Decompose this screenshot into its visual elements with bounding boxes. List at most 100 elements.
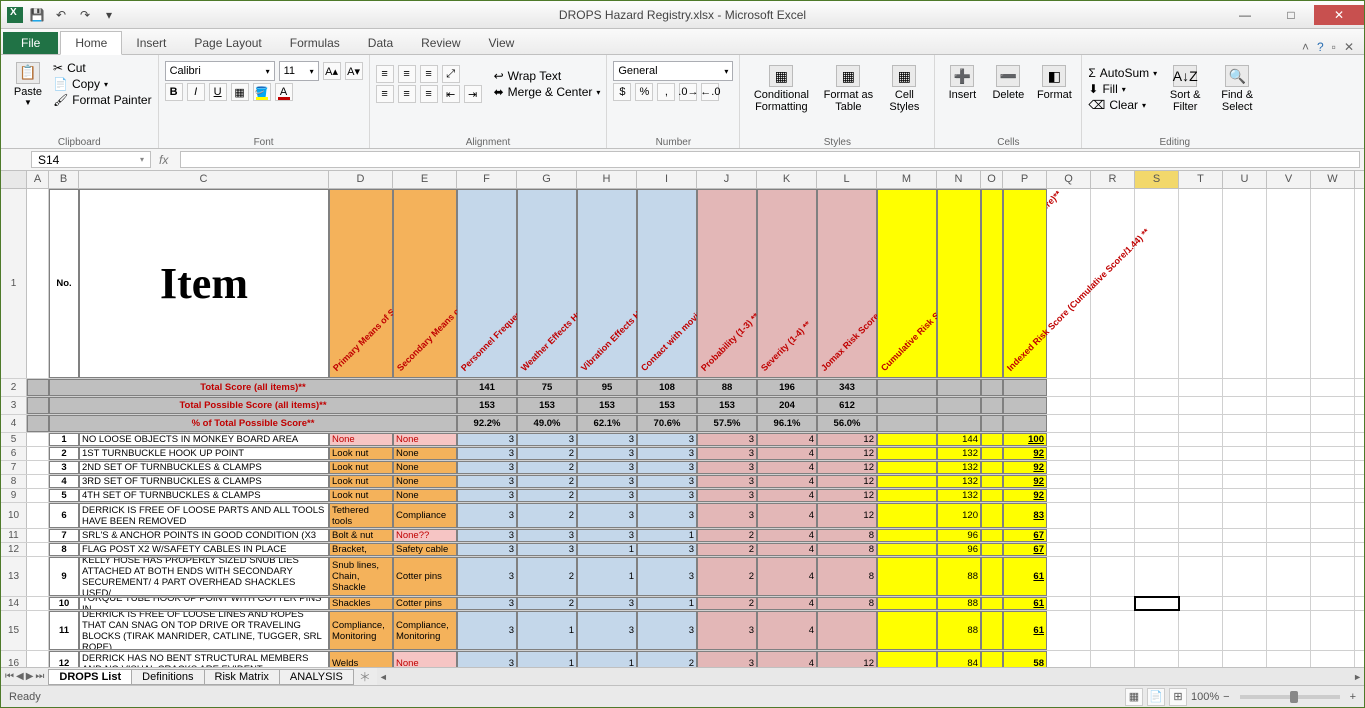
row-header[interactable]: 10: [1, 503, 27, 528]
cell[interactable]: [27, 489, 49, 502]
cell[interactable]: [1311, 543, 1355, 556]
cell[interactable]: [1311, 611, 1355, 650]
cell[interactable]: Welds: [329, 651, 393, 667]
cell[interactable]: 2: [517, 557, 577, 596]
cell[interactable]: [1267, 651, 1311, 667]
cell[interactable]: [1223, 611, 1267, 650]
border-button[interactable]: ▦: [231, 83, 249, 101]
cell[interactable]: 4TH SET OF TURNBUCKLES & CLAMPS: [79, 489, 329, 502]
diag-header-K[interactable]: Severity (1-4) **: [757, 189, 817, 378]
cell[interactable]: [1179, 489, 1223, 502]
cell[interactable]: 3: [577, 447, 637, 460]
cell[interactable]: [1179, 447, 1223, 460]
cell[interactable]: 2: [517, 461, 577, 474]
cell[interactable]: [1267, 379, 1311, 396]
cell[interactable]: [981, 433, 1003, 446]
format-cells-button[interactable]: ◧Format: [1033, 61, 1075, 101]
cell[interactable]: 96: [937, 529, 981, 542]
cell[interactable]: [877, 489, 937, 502]
cell[interactable]: [27, 415, 49, 432]
cell[interactable]: 153: [697, 397, 757, 414]
cell[interactable]: 92: [1003, 489, 1047, 502]
cell[interactable]: [1267, 397, 1311, 414]
fx-icon[interactable]: fx: [151, 149, 176, 170]
cell[interactable]: [937, 415, 981, 432]
formula-input[interactable]: [180, 151, 1360, 168]
restore-workbook-icon[interactable]: ▫: [1332, 40, 1336, 54]
cell[interactable]: [1047, 597, 1091, 610]
diag-header-D[interactable]: Primary Means of Securement**: [329, 189, 393, 378]
cell[interactable]: 7: [49, 529, 79, 542]
cell[interactable]: [1179, 543, 1223, 556]
cell[interactable]: Cotter pins: [393, 557, 457, 596]
cell[interactable]: [1047, 557, 1091, 596]
cell[interactable]: 49.0%: [517, 415, 577, 432]
cell[interactable]: 108: [637, 379, 697, 396]
select-all-corner[interactable]: [1, 171, 27, 188]
file-tab[interactable]: File: [3, 32, 58, 54]
cell[interactable]: [1223, 433, 1267, 446]
cell[interactable]: 2: [517, 489, 577, 502]
cell[interactable]: [981, 461, 1003, 474]
cell[interactable]: DERRICK IS FREE OF LOOSE LINES AND ROPES…: [79, 611, 329, 650]
cell[interactable]: 4: [757, 543, 817, 556]
cell[interactable]: [1311, 379, 1355, 396]
row-header[interactable]: 6: [1, 447, 27, 460]
cell[interactable]: [1223, 189, 1267, 378]
sheet-tab[interactable]: DROPS List: [48, 669, 132, 685]
cell[interactable]: [877, 461, 937, 474]
cell[interactable]: [1267, 475, 1311, 488]
cell[interactable]: 92: [1003, 447, 1047, 460]
cell[interactable]: [1047, 433, 1091, 446]
font-name-select[interactable]: Calibri▾: [165, 61, 275, 81]
align-left-icon[interactable]: ≡: [376, 85, 394, 103]
cell[interactable]: 12: [817, 651, 877, 667]
cell[interactable]: [877, 557, 937, 596]
row-header[interactable]: 8: [1, 475, 27, 488]
prev-sheet-icon[interactable]: ◀: [16, 671, 24, 682]
cell[interactable]: 8: [49, 543, 79, 556]
cell[interactable]: 8: [817, 597, 877, 610]
italic-button[interactable]: I: [187, 83, 205, 101]
cell[interactable]: 4: [757, 597, 817, 610]
cell[interactable]: [1311, 503, 1355, 528]
row-header[interactable]: 5: [1, 433, 27, 446]
cell[interactable]: 1: [577, 543, 637, 556]
cell[interactable]: [1311, 557, 1355, 596]
tab-review[interactable]: Review: [407, 32, 474, 54]
cell[interactable]: 3: [457, 557, 517, 596]
cell[interactable]: [1179, 597, 1223, 610]
cell[interactable]: [1091, 489, 1135, 502]
cell[interactable]: 8: [817, 543, 877, 556]
cell[interactable]: [1135, 433, 1179, 446]
cell[interactable]: [1135, 189, 1179, 378]
col-header-E[interactable]: E: [393, 171, 457, 188]
bold-button[interactable]: B: [165, 83, 183, 101]
cell[interactable]: [1179, 397, 1223, 414]
row-header[interactable]: 13: [1, 557, 27, 596]
cell[interactable]: [1179, 379, 1223, 396]
cell[interactable]: KELLY HOSE HAS PROPERLY SIZED SNUB LIES …: [79, 557, 329, 596]
cell[interactable]: [1135, 475, 1179, 488]
cell[interactable]: [1311, 461, 1355, 474]
cell[interactable]: [1135, 415, 1179, 432]
number-format-select[interactable]: General▾: [613, 61, 733, 81]
cell[interactable]: [1311, 529, 1355, 542]
cell[interactable]: [1311, 447, 1355, 460]
cell[interactable]: [1223, 597, 1267, 610]
orientation-icon[interactable]: ⤢: [442, 65, 460, 83]
cell[interactable]: [27, 611, 49, 650]
cell[interactable]: [981, 489, 1003, 502]
cell[interactable]: [1047, 447, 1091, 460]
row-header[interactable]: 4: [1, 415, 27, 432]
last-sheet-icon[interactable]: ⏭: [35, 671, 44, 682]
cell[interactable]: 61: [1003, 611, 1047, 650]
cell[interactable]: 3: [697, 433, 757, 446]
cell[interactable]: 196: [757, 379, 817, 396]
cell[interactable]: None: [393, 651, 457, 667]
cell[interactable]: 3: [457, 433, 517, 446]
cell[interactable]: 96.1%: [757, 415, 817, 432]
diag-header-G[interactable]: Weather Effects H=3, M=2, L=1 **: [517, 189, 577, 378]
col-header-M[interactable]: M: [877, 171, 937, 188]
cell[interactable]: 8: [817, 529, 877, 542]
